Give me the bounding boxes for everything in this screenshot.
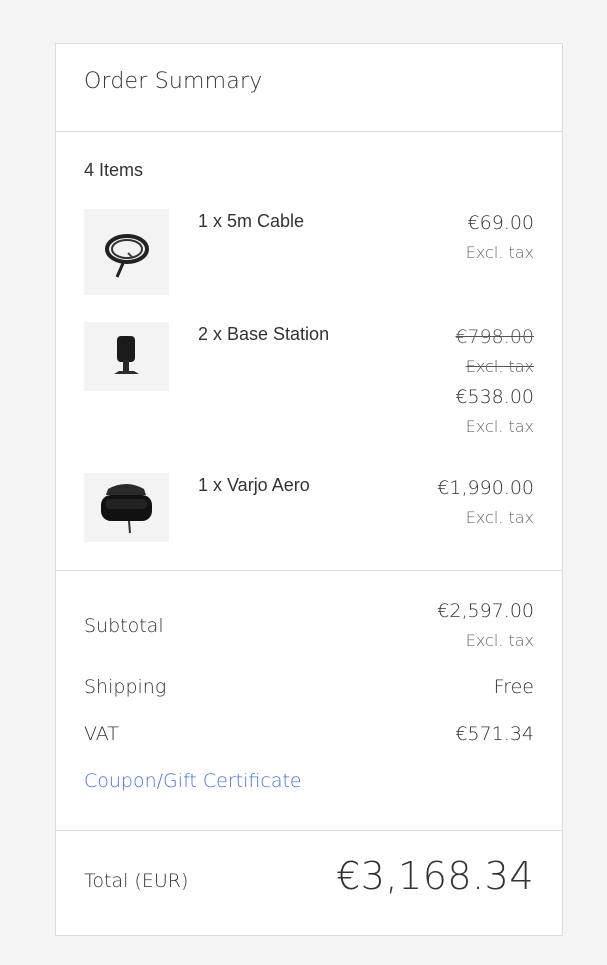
shipping-row: Shipping Free: [84, 676, 534, 700]
item-price: €538.00: [455, 386, 534, 408]
subtotal-value-block: €2,597.00 Excl. tax: [437, 600, 534, 652]
subtotal-tax-note: Excl. tax: [465, 631, 534, 650]
total-value: €3,168.34: [336, 854, 534, 898]
items-count: 4 Items: [84, 160, 144, 180]
item-tax-note: Excl. tax: [465, 417, 534, 436]
coupon-gift-certificate-link[interactable]: Coupon/Gift Certificate: [84, 770, 302, 792]
item-price-block: €69.00 Excl. tax: [466, 212, 534, 264]
vat-row: VAT €571.34: [84, 723, 534, 747]
vat-value: €571.34: [455, 723, 534, 745]
original-price: €798.00: [455, 326, 534, 348]
list-item: 2 x Base Station €798.00 Excl. tax €538.…: [84, 322, 534, 452]
item-name: 1 x 5m Cable: [198, 211, 305, 231]
original-tax-note: Excl. tax: [465, 357, 534, 376]
shipping-value: Free: [493, 676, 534, 698]
totals-section: Subtotal €2,597.00 Excl. tax Shipping Fr…: [56, 570, 562, 831]
order-summary-card: Order Summary 4 Items 1 x 5m Cable €69.0…: [55, 43, 563, 936]
item-tax-note: Excl. tax: [465, 508, 534, 527]
subtotal-value: €2,597.00: [437, 600, 534, 622]
order-summary-title: Order Summary: [84, 69, 263, 94]
subtotal-row: Subtotal €2,597.00 Excl. tax: [84, 600, 534, 660]
total-section: Total (EUR) €3,168.34: [56, 830, 562, 935]
list-item: 1 x Varjo Aero €1,990.00 Excl. tax: [84, 473, 534, 542]
item-price: €1,990.00: [437, 477, 534, 499]
shipping-label: Shipping: [84, 676, 167, 698]
cable-icon: [84, 209, 169, 295]
item-name: 2 x Base Station: [198, 324, 330, 344]
order-summary-header: Order Summary: [56, 44, 562, 132]
subtotal-label: Subtotal: [84, 615, 164, 637]
item-name: 1 x Varjo Aero: [198, 475, 310, 495]
base-station-icon: [84, 322, 169, 391]
item-price: €69.00: [467, 212, 534, 234]
items-section: 4 Items 1 x 5m Cable €69.00 Excl. tax 2 …: [56, 131, 562, 571]
item-price-block: €1,990.00 Excl. tax: [437, 477, 534, 529]
vr-headset-icon: [84, 473, 169, 542]
item-tax-note: Excl. tax: [465, 243, 534, 262]
vat-label: VAT: [84, 723, 119, 745]
total-label: Total (EUR): [84, 870, 189, 892]
item-price-block: €798.00 Excl. tax €538.00 Excl. tax: [455, 326, 534, 438]
list-item: 1 x 5m Cable €69.00 Excl. tax: [84, 209, 534, 295]
